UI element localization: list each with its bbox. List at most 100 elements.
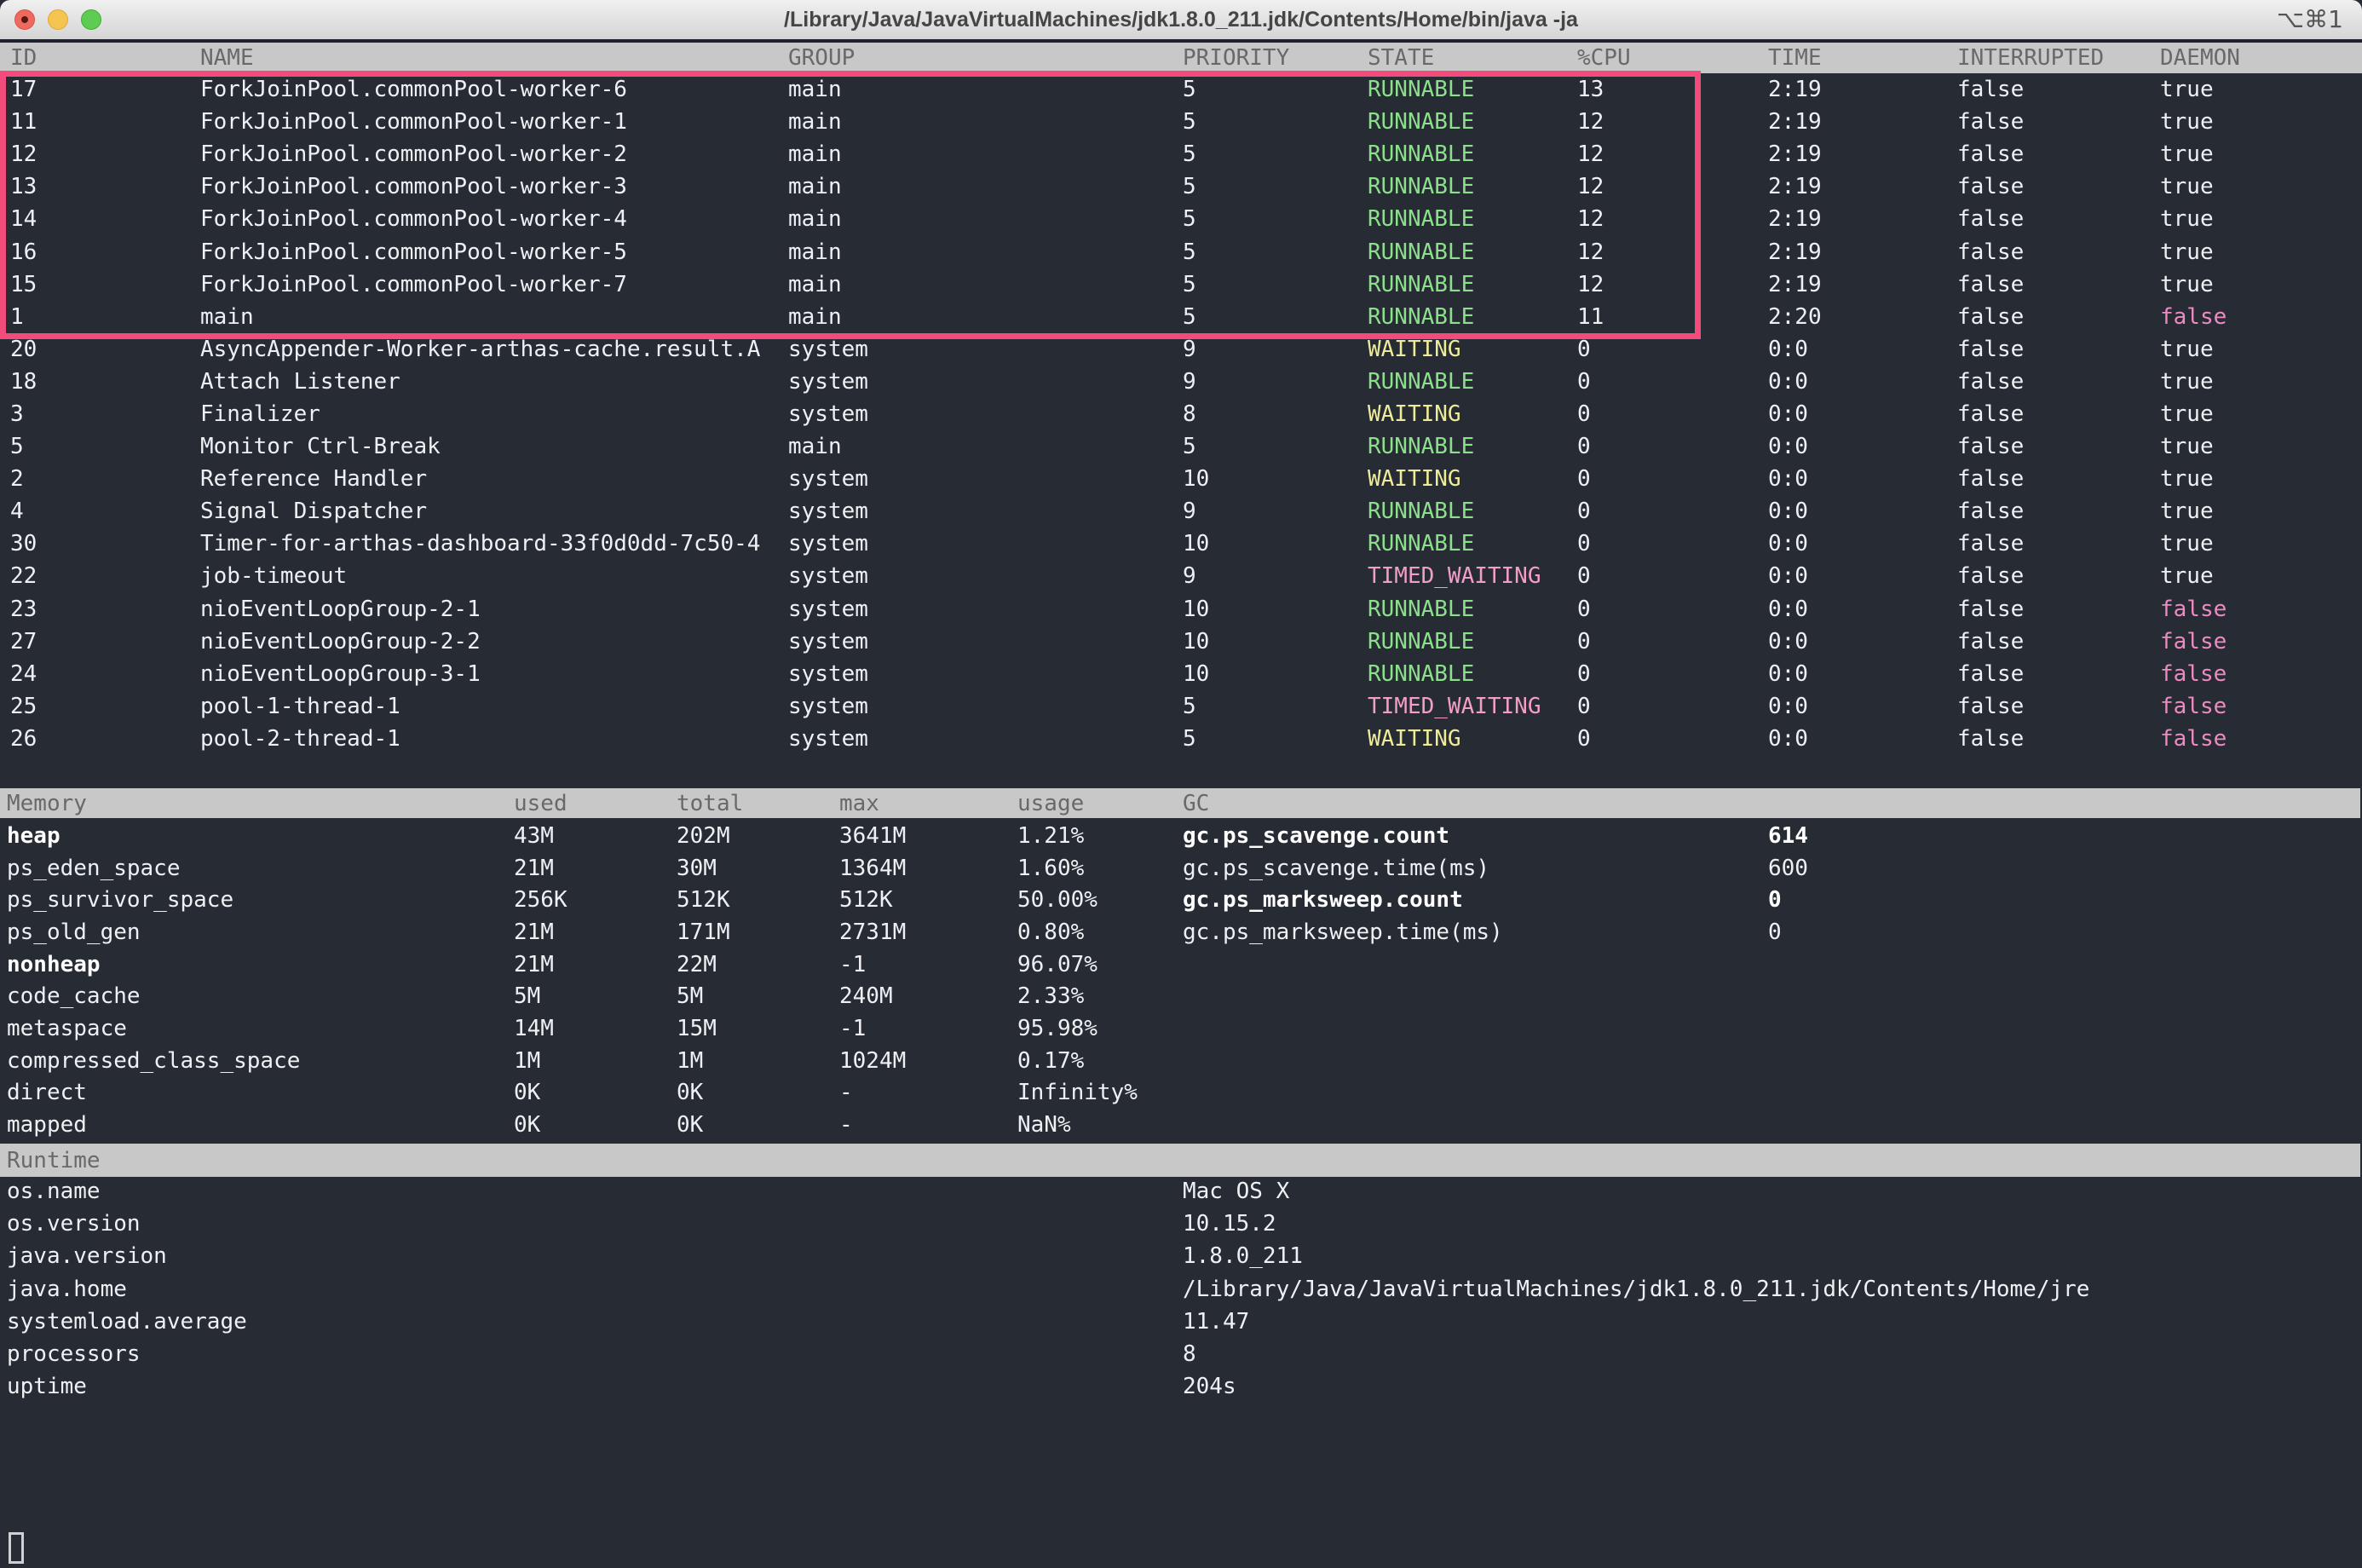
runtime-row: systemload.average11.47 <box>0 1306 2362 1338</box>
thread-row: 2Reference Handlersystem10WAITING00:0fal… <box>0 463 2362 495</box>
gc-value: 600 <box>1768 856 2362 881</box>
thread-daemon: true <box>2160 401 2362 427</box>
thread-interrupted: false <box>1957 304 2160 330</box>
thread-id: 22 <box>10 563 200 589</box>
memory-total: 512K <box>677 887 839 913</box>
thread-daemon: false <box>2160 726 2362 752</box>
thread-interrupted: false <box>1957 109 2160 135</box>
thread-daemon: true <box>2160 531 2362 556</box>
thread-time: 0:0 <box>1768 694 1957 719</box>
thread-priority: 5 <box>1183 174 1368 199</box>
memory-label: mapped <box>7 1112 514 1138</box>
thread-group: system <box>788 499 1183 524</box>
column-header-gc: GC <box>1183 791 1768 816</box>
thread-state: RUNNABLE <box>1368 109 1577 135</box>
column-header-group: GROUP <box>788 45 1183 71</box>
memory-row: nonheap21M22M-196.07% <box>0 948 2362 981</box>
runtime-key: systemload.average <box>7 1309 1183 1335</box>
memory-used: 0K <box>514 1080 677 1105</box>
memory-max: - <box>839 1080 1017 1105</box>
thread-interrupted: false <box>1957 629 2160 654</box>
memory-usage: 0.17% <box>1017 1048 1183 1074</box>
gc-label: gc.ps_marksweep.time(ms) <box>1183 919 1768 945</box>
runtime-value: 8 <box>1183 1341 2362 1367</box>
thread-id: 17 <box>10 77 200 102</box>
thread-daemon: true <box>2160 239 2362 265</box>
window-titlebar: /Library/Java/JavaVirtualMachines/jdk1.8… <box>0 0 2362 43</box>
thread-row: 15ForkJoinPool.commonPool-worker-7main5R… <box>0 268 2362 301</box>
thread-time: 2:19 <box>1768 272 1957 297</box>
thread-name: ForkJoinPool.commonPool-worker-1 <box>200 109 788 135</box>
thread-name: ForkJoinPool.commonPool-worker-4 <box>200 206 788 232</box>
thread-state: RUNNABLE <box>1368 499 1577 524</box>
thread-row: 4Signal Dispatchersystem9RUNNABLE00:0fal… <box>0 495 2362 527</box>
thread-state: RUNNABLE <box>1368 206 1577 232</box>
thread-id: 18 <box>10 369 200 395</box>
thread-time: 0:0 <box>1768 629 1957 654</box>
thread-interrupted: false <box>1957 563 2160 589</box>
memory-row: code_cache5M5M240M2.33% <box>0 980 2362 1012</box>
thread-daemon: true <box>2160 141 2362 167</box>
thread-name: pool-1-thread-1 <box>200 694 788 719</box>
thread-id: 23 <box>10 597 200 622</box>
thread-cpu: 0 <box>1577 337 1768 362</box>
thread-cpu: 12 <box>1577 239 1768 265</box>
thread-row: 3Finalizersystem8WAITING00:0falsetrue <box>0 398 2362 430</box>
memory-used: 21M <box>514 919 677 945</box>
memory-used: 0K <box>514 1112 677 1138</box>
thread-group: system <box>788 531 1183 556</box>
thread-priority: 9 <box>1183 499 1368 524</box>
thread-id: 1 <box>10 304 200 330</box>
memory-max: 512K <box>839 887 1017 913</box>
memory-usage: 50.00% <box>1017 887 1183 913</box>
thread-interrupted: false <box>1957 174 2160 199</box>
thread-group: system <box>788 466 1183 492</box>
column-header-used: used <box>514 791 677 816</box>
thread-cpu: 12 <box>1577 109 1768 135</box>
runtime-value: 10.15.2 <box>1183 1211 2362 1237</box>
memory-used: 21M <box>514 952 677 977</box>
thread-row: 25pool-1-thread-1system5TIMED_WAITING00:… <box>0 690 2362 723</box>
thread-row: 17ForkJoinPool.commonPool-worker-6main5R… <box>0 73 2362 106</box>
thread-state: TIMED_WAITING <box>1368 563 1577 589</box>
thread-time: 0:0 <box>1768 466 1957 492</box>
memory-used: 43M <box>514 823 677 849</box>
memory-row: ps_old_gen21M171M2731M0.80%gc.ps_markswe… <box>0 916 2362 948</box>
runtime-key: os.name <box>7 1179 1183 1204</box>
column-header-id: ID <box>10 45 200 71</box>
thread-name: pool-2-thread-1 <box>200 726 788 752</box>
runtime-section-body: os.nameMac OS Xos.version10.15.2java.ver… <box>0 1175 2362 1403</box>
thread-priority: 9 <box>1183 563 1368 589</box>
memory-label: code_cache <box>7 983 514 1009</box>
thread-state: RUNNABLE <box>1368 174 1577 199</box>
thread-daemon: true <box>2160 174 2362 199</box>
memory-label: ps_old_gen <box>7 919 514 945</box>
runtime-row: java.home/Library/Java/JavaVirtualMachin… <box>0 1273 2362 1306</box>
thread-id: 5 <box>10 434 200 459</box>
memory-label: compressed_class_space <box>7 1048 514 1074</box>
memory-total: 30M <box>677 856 839 881</box>
thread-row: 13ForkJoinPool.commonPool-worker-3main5R… <box>0 170 2362 203</box>
thread-daemon: false <box>2160 694 2362 719</box>
thread-state: WAITING <box>1368 726 1577 752</box>
thread-priority: 10 <box>1183 597 1368 622</box>
thread-id: 2 <box>10 466 200 492</box>
thread-interrupted: false <box>1957 401 2160 427</box>
thread-state: RUNNABLE <box>1368 239 1577 265</box>
thread-priority: 10 <box>1183 466 1368 492</box>
thread-cpu: 12 <box>1577 206 1768 232</box>
gc-label: gc.ps_scavenge.time(ms) <box>1183 856 1768 881</box>
thread-group: main <box>788 239 1183 265</box>
thread-daemon: false <box>2160 304 2362 330</box>
thread-name: ForkJoinPool.commonPool-worker-5 <box>200 239 788 265</box>
memory-used: 21M <box>514 856 677 881</box>
thread-cpu: 0 <box>1577 499 1768 524</box>
thread-time: 0:0 <box>1768 401 1957 427</box>
memory-max: - <box>839 1112 1017 1138</box>
thread-group: main <box>788 434 1183 459</box>
thread-id: 30 <box>10 531 200 556</box>
memory-used: 256K <box>514 887 677 913</box>
thread-priority: 5 <box>1183 726 1368 752</box>
thread-interrupted: false <box>1957 239 2160 265</box>
thread-interrupted: false <box>1957 272 2160 297</box>
